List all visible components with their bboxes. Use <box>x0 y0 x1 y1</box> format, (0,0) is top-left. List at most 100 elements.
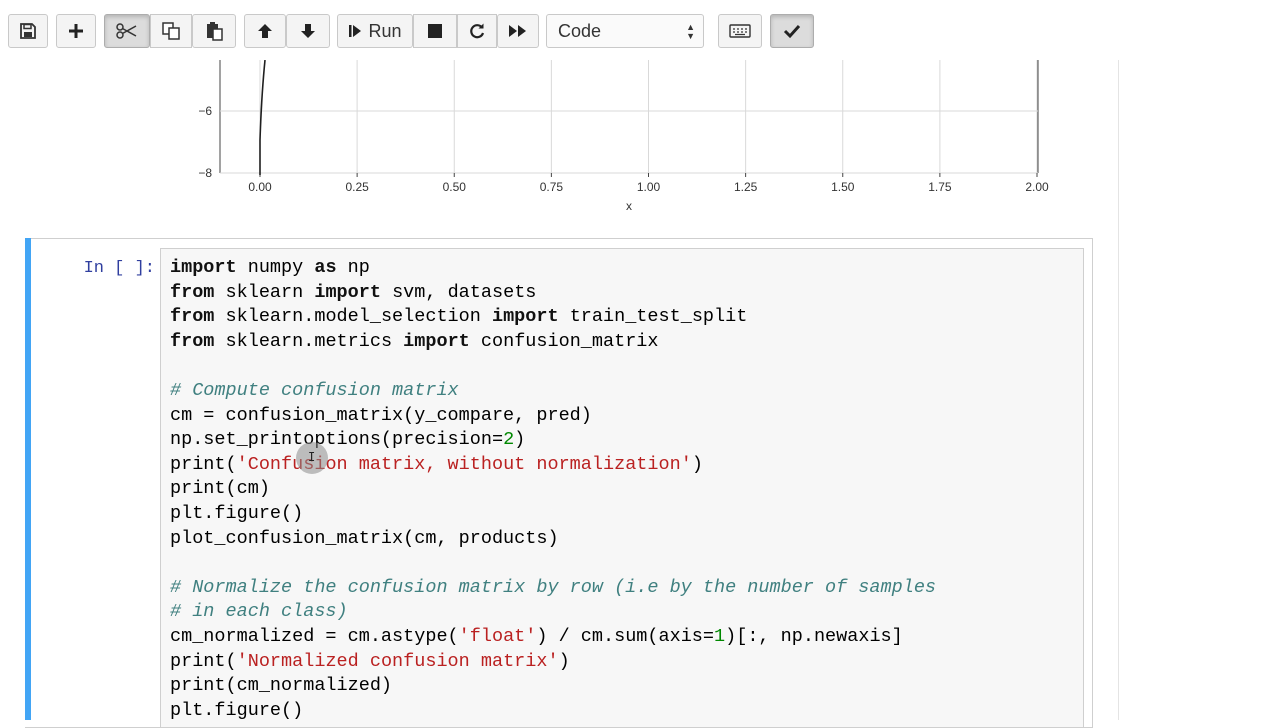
select-arrows-icon: ▲ ▼ <box>686 22 695 41</box>
plot-tick-label-x: 1.25 <box>734 180 758 194</box>
plot-xlabel: x <box>626 199 632 213</box>
code-token: 'float' <box>458 625 537 647</box>
code-token: np <box>336 257 370 278</box>
scissors-icon <box>116 23 137 39</box>
code-token: print(cm_normalized) <box>170 675 393 697</box>
code-token: import <box>403 330 470 352</box>
save-button[interactable] <box>8 14 48 48</box>
code-line: np.set_printoptions(precision=2) <box>170 428 936 453</box>
code-line: from sklearn import svm, datasets <box>170 281 936 306</box>
code-token: svm, datasets <box>380 281 537 303</box>
arrow-down-icon <box>301 24 315 38</box>
code-token: cm = confusion_matrix(y_compare, pred) <box>170 404 592 426</box>
code-token: # Compute confusion matrix <box>170 379 459 401</box>
plot-grid <box>219 60 1039 174</box>
code-token: as <box>314 257 337 278</box>
cell-type-value: Code <box>558 20 602 41</box>
checkmark-icon <box>783 24 801 39</box>
insert-cell-button[interactable] <box>56 14 96 48</box>
code-token: cm_normalized = cm.astype( <box>170 625 459 647</box>
code-token: from <box>170 330 215 352</box>
paste-icon <box>207 22 223 41</box>
code-line: plot_confusion_matrix(cm, products) <box>170 527 936 552</box>
copy-icon <box>162 22 180 40</box>
code-editor[interactable]: import numpy as np from sklearn import sv… <box>170 256 936 723</box>
code-line: from sklearn.model_selection import trai… <box>170 305 936 330</box>
output-plot: 0.00 0.25 0.50 0.75 1.00 1.25 1.50 1.75 2.00 −6 −8… <box>198 60 1049 213</box>
code-token: from <box>170 306 215 328</box>
code-token: )[:, np.newaxis] <box>725 625 903 647</box>
copy-button[interactable] <box>150 14 192 48</box>
cell-type-select[interactable]: Code ▲ ▼ <box>546 14 704 48</box>
code-line: cm = confusion_matrix(y_compare, pred) <box>170 404 936 429</box>
plot-tick-label-x: 1.50 <box>831 180 855 194</box>
code-token: ) <box>514 429 526 451</box>
plot-tick-label-y: −6 <box>198 104 212 118</box>
page-background-right <box>1118 0 1280 720</box>
plot-tick-label-x: 0.75 <box>540 180 564 194</box>
plot-tick-label-x: 1.75 <box>928 180 952 194</box>
code-token: 2 <box>503 429 515 451</box>
cut-button[interactable] <box>104 14 150 48</box>
code-token: import <box>491 306 559 328</box>
code-token: plt.figure() <box>170 502 304 524</box>
code-line: cm_normalized = cm.astype('float') / cm.… <box>170 625 936 650</box>
code-token: sklearn.metrics <box>214 330 404 352</box>
code-line: # Normalize the confusion matrix by row … <box>170 576 936 601</box>
text-cursor-icon: I <box>308 450 316 464</box>
code-token: # in each class) <box>170 601 348 623</box>
code-token: from <box>170 281 215 303</box>
plot-curve <box>259 60 266 175</box>
code-token: ) <box>691 453 703 475</box>
code-token: print( <box>170 453 237 475</box>
notebook-toolbar: Run Code ▲ ▼ <box>0 0 1280 60</box>
code-line: print(cm_normalized) <box>170 674 936 699</box>
run-button[interactable]: Run <box>337 14 413 48</box>
plot-tick-label-x: 2.00 <box>1025 180 1049 194</box>
code-line: print('Normalized confusion matrix') <box>170 650 936 675</box>
code-line: from sklearn.metrics import confusion_ma… <box>170 330 936 355</box>
stop-icon <box>428 24 442 38</box>
code-token: np.set_printoptions(precision= <box>170 429 504 451</box>
paste-button[interactable] <box>192 14 236 48</box>
cell-prompt: In [ ]: <box>83 259 155 278</box>
code-token: train_test_split <box>558 306 748 328</box>
step-forward-icon <box>349 25 362 37</box>
refresh-icon <box>470 23 485 39</box>
move-up-button[interactable] <box>244 14 286 48</box>
code-token: plt.figure() <box>170 699 304 721</box>
arrow-up-icon <box>258 24 272 38</box>
code-token: import <box>170 257 237 278</box>
code-line: plt.figure() <box>170 502 936 527</box>
code-line: # in each class) <box>170 600 936 625</box>
fast-forward-icon <box>509 25 526 37</box>
code-token: ) <box>558 650 570 672</box>
run-all-button[interactable] <box>497 14 539 48</box>
interrupt-button[interactable] <box>413 14 457 48</box>
code-token: sklearn <box>214 281 315 303</box>
code-token: import <box>314 281 381 303</box>
code-token: numpy <box>236 257 315 278</box>
restart-button[interactable] <box>457 14 497 48</box>
move-down-button[interactable] <box>286 14 330 48</box>
plot-tick-label-x: 1.00 <box>637 180 661 194</box>
code-token: sklearn.model_selection <box>214 306 492 328</box>
plot-tick-label-x: 0.00 <box>248 180 272 194</box>
code-token: print( <box>170 650 237 672</box>
code-token: plot_confusion_matrix(cm, products) <box>170 527 559 549</box>
save-icon <box>20 23 36 39</box>
plot-ticks: 0.00 0.25 0.50 0.75 1.00 1.25 1.50 1.75 2.00 −6 −8 <box>198 104 1049 194</box>
code-line: import numpy as np <box>170 256 936 281</box>
code-token: confusion_matrix <box>469 330 659 352</box>
check-button[interactable] <box>770 14 814 48</box>
command-palette-button[interactable] <box>718 14 762 48</box>
plus-icon <box>69 24 83 38</box>
cell-selected-bar <box>25 238 31 720</box>
run-label: Run <box>368 20 402 41</box>
keyboard-icon <box>729 24 751 38</box>
code-line: print(cm) <box>170 477 936 502</box>
code-line: print('Confusion matrix, without normali… <box>170 453 936 478</box>
code-token: ) / cm.sum(axis= <box>536 625 715 647</box>
